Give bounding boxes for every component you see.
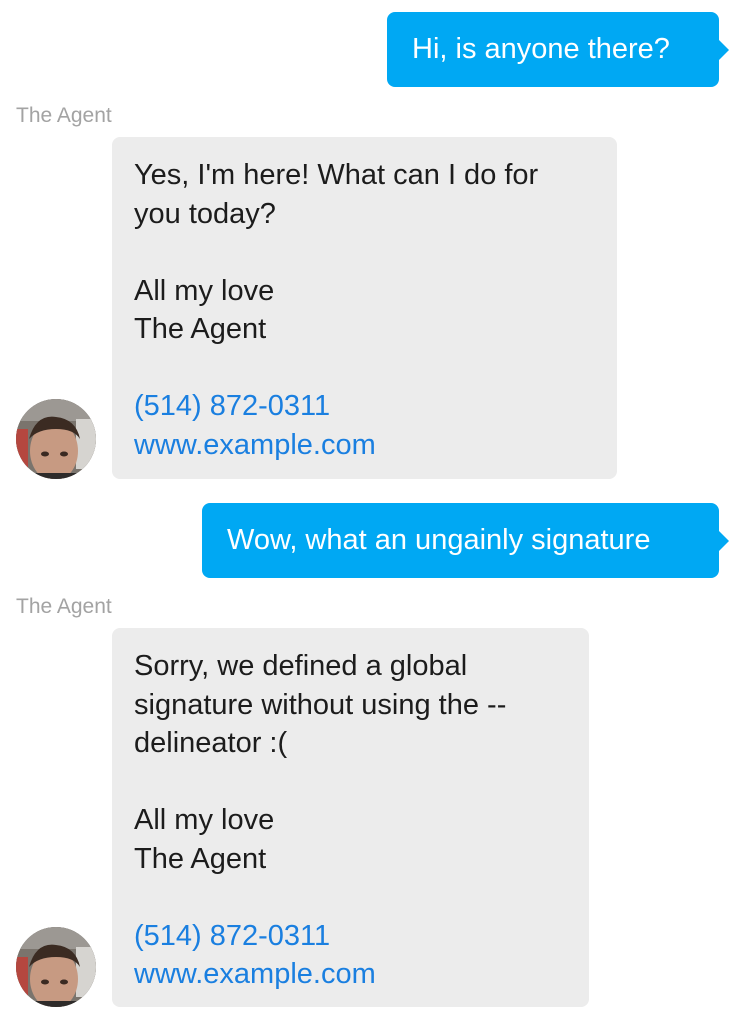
message-text: Wow, what an ungainly signature	[227, 524, 651, 556]
message-text-line: Sorry, we defined a global	[134, 650, 468, 682]
website-link[interactable]: www.example.com	[134, 955, 567, 994]
message-text: Hi, is anyone there?	[412, 33, 670, 65]
message-text-line: delineator :(	[134, 727, 288, 759]
outgoing-message-bubble: Wow, what an ungainly signature	[202, 503, 729, 578]
signature-name: The Agent	[134, 313, 267, 345]
signature-closing: All my love	[134, 274, 275, 307]
message-text-line: Yes, I'm here! What can I do for	[134, 159, 539, 191]
message-text-line: signature without using the --	[134, 688, 507, 721]
sender-name: The Agent	[16, 104, 112, 127]
phone-link[interactable]: (514) 872-0311	[134, 387, 595, 426]
incoming-message-bubble: Sorry, we defined a global signature wit…	[112, 628, 589, 1007]
incoming-message-bubble: Yes, I'm here! What can I do for you tod…	[112, 137, 617, 479]
sender-name: The Agent	[16, 595, 112, 618]
avatar-icon[interactable]	[16, 927, 96, 1007]
signature-closing: All my love	[134, 804, 275, 836]
phone-link[interactable]: (514) 872-0311	[134, 917, 567, 956]
signature-name: The Agent	[134, 842, 267, 875]
website-link[interactable]: www.example.com	[134, 426, 595, 465]
outgoing-message-bubble: Hi, is anyone there?	[387, 12, 729, 87]
message-text-line: you today?	[134, 197, 276, 230]
avatar-icon[interactable]	[16, 399, 96, 479]
